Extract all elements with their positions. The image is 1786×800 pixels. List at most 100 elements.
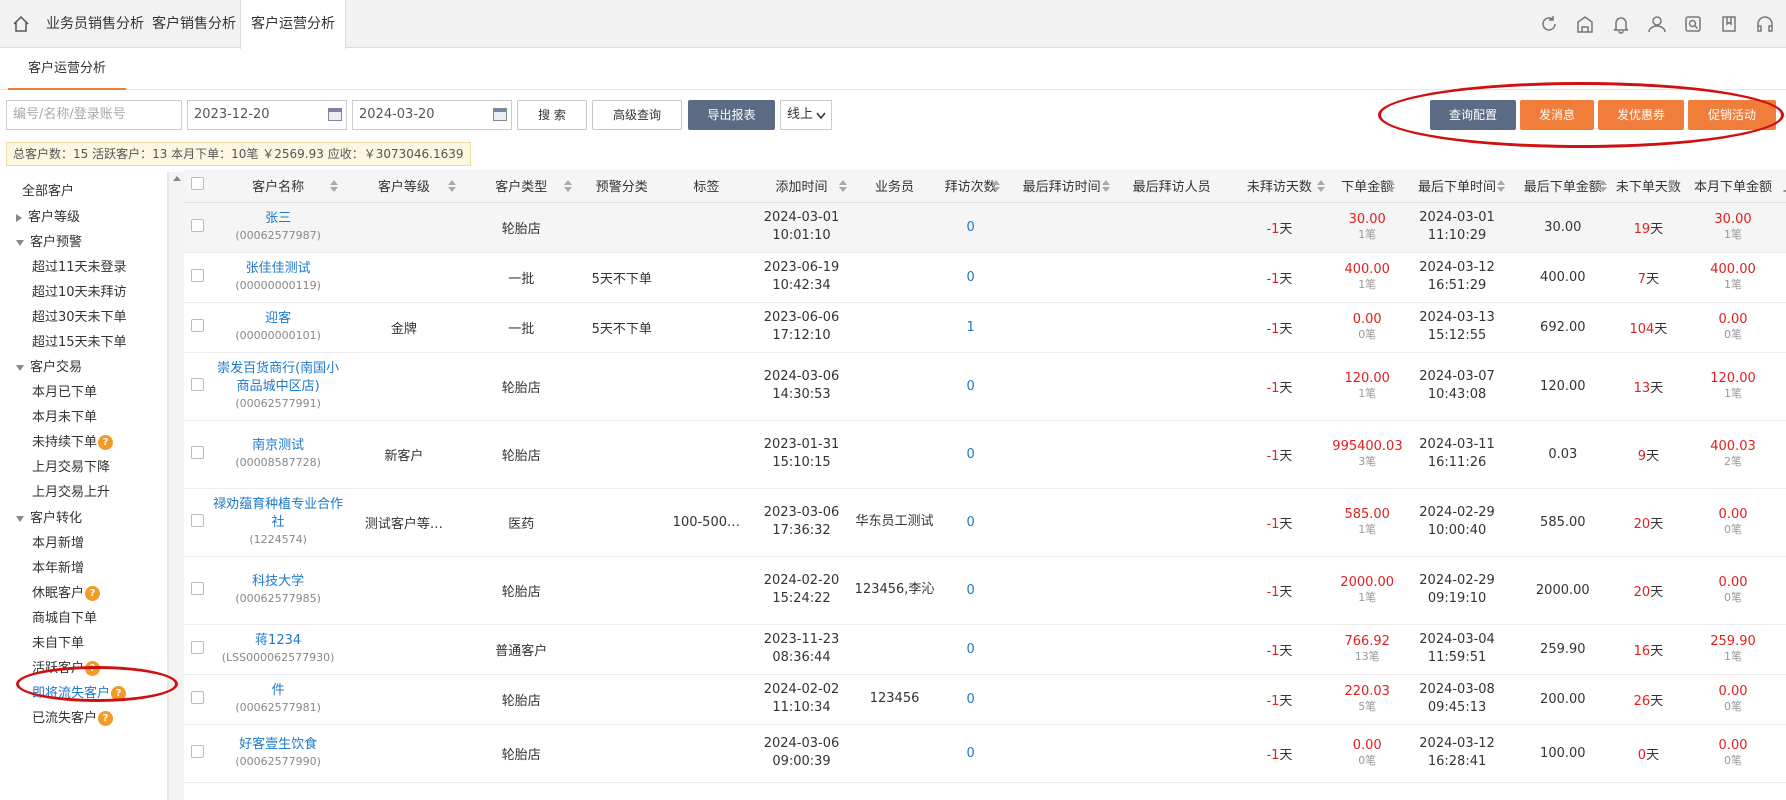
table-row[interactable]: 张佳佳测试 (00000000119) 一批 5天不下单 2023-06-19 10:42… bbox=[184, 252, 1786, 303]
sidebar-item-3-1[interactable]: 本年新增 bbox=[32, 558, 84, 580]
table-row[interactable]: 迎客 (00000000101) 金牌 一批 5天不下单 2023-06-06 17:12:… bbox=[184, 302, 1786, 353]
sidebar-item-3-5[interactable]: 活跃客户? bbox=[32, 658, 101, 680]
row-checkbox[interactable] bbox=[191, 445, 205, 459]
customer-name-link[interactable]: 蒋1234 bbox=[211, 632, 344, 650]
sort-icon[interactable] bbox=[1101, 180, 1111, 192]
export-report-button[interactable]: 导出报表 bbox=[688, 100, 775, 130]
column-header-15[interactable]: 未下单天数 bbox=[1613, 170, 1684, 203]
visit-count-link[interactable]: 0 bbox=[935, 583, 1007, 598]
sidebar-item-1-0[interactable]: 超过11天未登录 bbox=[32, 257, 127, 279]
building-icon[interactable] bbox=[1574, 13, 1596, 35]
customer-name-link[interactable]: 好客壹生饮食 bbox=[211, 736, 344, 754]
sort-icon[interactable] bbox=[991, 180, 1001, 192]
customer-name-link[interactable]: 南京测试 bbox=[211, 437, 344, 455]
sort-icon[interactable] bbox=[1667, 180, 1677, 192]
customer-name-link[interactable]: 禄劝蕴育种植专业合作社 bbox=[211, 496, 344, 532]
table-row[interactable]: 张三 (00062577987) 轮胎店 2024-03-01 10:01:10 0 -1天… bbox=[184, 202, 1786, 253]
help-icon[interactable]: ? bbox=[85, 661, 101, 676]
help-icon[interactable]: ? bbox=[111, 686, 127, 701]
home-icon[interactable] bbox=[0, 0, 42, 48]
help-icon[interactable]: ? bbox=[98, 711, 114, 726]
calendar-icon[interactable] bbox=[493, 108, 507, 121]
promotion-button[interactable]: 促销活动 bbox=[1688, 100, 1776, 130]
select-all-checkbox[interactable] bbox=[191, 177, 205, 191]
sort-icon[interactable] bbox=[1598, 180, 1608, 192]
sidebar-item-3-3[interactable]: 商城自下单 bbox=[32, 608, 97, 630]
sidebar-item-1-1[interactable]: 超过10天未拜访 bbox=[32, 282, 127, 304]
customer-name-link[interactable]: 科技大学 bbox=[211, 573, 344, 591]
row-checkbox[interactable] bbox=[191, 690, 205, 704]
row-checkbox[interactable] bbox=[191, 513, 205, 527]
visit-count-link[interactable]: 0 bbox=[935, 379, 1007, 394]
table-row[interactable]: 蒋1234 (LSS000062577930) 普通客户 2023-11-23 08:3… bbox=[184, 624, 1786, 675]
sort-icon[interactable] bbox=[563, 180, 573, 192]
table-row[interactable]: 禄劝蕴育种植专业合作社 (1224574) 测试客户等… 医药 100-500… 2023… bbox=[184, 488, 1786, 557]
table-row[interactable]: 崇发百货商行(南国小商品城中区店) (00062577991) 轮胎店 2024-03… bbox=[184, 352, 1786, 421]
sidebar-item-1-3[interactable]: 超过15天未下单 bbox=[32, 332, 127, 354]
sidebar-item-all[interactable]: 全部客户 bbox=[22, 181, 74, 203]
visit-count-link[interactable]: 0 bbox=[935, 270, 1007, 285]
calendar-icon[interactable] bbox=[328, 108, 342, 121]
sidebar-group-1[interactable]: 客户预警 bbox=[16, 232, 82, 254]
sidebar-item-3-6[interactable]: 即将流失客户? bbox=[32, 683, 127, 705]
customer-name-link[interactable]: 件 bbox=[211, 682, 344, 700]
table-row[interactable]: 件 (00062577981) 轮胎店 2024-02-02 11:10:34 12345… bbox=[184, 674, 1786, 725]
sort-icon[interactable] bbox=[1316, 180, 1326, 192]
scroll-up-icon[interactable] bbox=[173, 176, 181, 181]
sidebar-item-3-4[interactable]: 未自下单 bbox=[32, 633, 84, 655]
book-icon[interactable] bbox=[1718, 13, 1740, 35]
send-coupon-button[interactable]: 发优惠券 bbox=[1598, 100, 1684, 130]
caret-down-icon[interactable] bbox=[16, 239, 24, 246]
query-config-button[interactable]: 查询配置 bbox=[1430, 100, 1516, 130]
refresh-icon[interactable] bbox=[1538, 13, 1560, 35]
channel-select[interactable]: 线上 bbox=[780, 100, 832, 130]
row-checkbox[interactable] bbox=[191, 377, 205, 391]
row-checkbox[interactable] bbox=[191, 268, 205, 282]
top-tab-1[interactable]: 客户销售分析 bbox=[148, 0, 240, 48]
sidebar-item-2-2[interactable]: 未持续下单? bbox=[32, 432, 114, 454]
sidebar-item-2-1[interactable]: 本月未下单 bbox=[32, 407, 97, 429]
table-row[interactable]: 好客壹生饮食 (00062577990) 轮胎店 2024-03-06 09:00:39… bbox=[184, 724, 1786, 783]
visit-count-link[interactable]: 0 bbox=[935, 447, 1007, 462]
row-checkbox[interactable] bbox=[191, 318, 205, 332]
row-checkbox[interactable] bbox=[191, 744, 205, 758]
sidebar-item-3-2[interactable]: 休眠客户? bbox=[32, 583, 101, 605]
end-date-field[interactable]: 2024-03-20 bbox=[352, 100, 512, 130]
row-checkbox[interactable] bbox=[191, 640, 205, 654]
row-checkbox[interactable] bbox=[191, 581, 205, 595]
sidebar-item-2-3[interactable]: 上月交易下降 bbox=[32, 457, 110, 479]
bell-icon[interactable] bbox=[1610, 13, 1632, 35]
column-header-13[interactable]: 最后下单时间 bbox=[1402, 170, 1513, 203]
sidebar-scrollbar[interactable] bbox=[168, 172, 184, 800]
sort-icon[interactable] bbox=[1386, 180, 1396, 192]
column-header-12[interactable]: 下单金额 bbox=[1332, 170, 1403, 203]
visit-count-link[interactable]: 0 bbox=[935, 220, 1007, 235]
tab-customer-ops[interactable]: 客户运营分析 bbox=[8, 58, 127, 90]
customer-name-link[interactable]: 崇发百货商行(南国小商品城中区店) bbox=[211, 360, 344, 396]
search-box-icon[interactable] bbox=[1682, 13, 1704, 35]
send-message-button[interactable]: 发消息 bbox=[1520, 100, 1594, 130]
caret-down-icon[interactable] bbox=[16, 515, 24, 522]
sort-icon[interactable] bbox=[329, 180, 339, 192]
visit-count-link[interactable]: 1 bbox=[935, 320, 1007, 335]
column-header-0[interactable] bbox=[184, 170, 212, 203]
headset-icon[interactable] bbox=[1754, 13, 1776, 35]
visit-count-link[interactable]: 0 bbox=[935, 515, 1007, 530]
column-header-14[interactable]: 最后下单金额 bbox=[1512, 170, 1614, 203]
visit-count-link[interactable]: 0 bbox=[935, 746, 1007, 761]
customer-name-link[interactable]: 张三 bbox=[211, 210, 344, 228]
sort-icon[interactable] bbox=[447, 180, 457, 192]
sort-icon[interactable] bbox=[838, 180, 848, 192]
customer-name-link[interactable]: 迎客 bbox=[211, 310, 344, 328]
sort-icon[interactable] bbox=[1496, 180, 1506, 192]
visit-count-link[interactable]: 0 bbox=[935, 692, 1007, 707]
column-header-11[interactable]: 未拜访天数 bbox=[1226, 170, 1333, 203]
help-icon[interactable]: ? bbox=[85, 586, 101, 601]
column-header-8[interactable]: 拜访次数 bbox=[934, 170, 1007, 203]
start-date-field[interactable]: 2023-12-20 bbox=[187, 100, 347, 130]
sidebar-item-3-7[interactable]: 已流失客户? bbox=[32, 708, 114, 730]
top-tab-0[interactable]: 业务员销售分析 bbox=[42, 0, 148, 48]
row-checkbox[interactable] bbox=[191, 218, 205, 232]
visit-count-link[interactable]: 0 bbox=[935, 642, 1007, 657]
advanced-query-button[interactable]: 高级查询 bbox=[592, 100, 682, 130]
